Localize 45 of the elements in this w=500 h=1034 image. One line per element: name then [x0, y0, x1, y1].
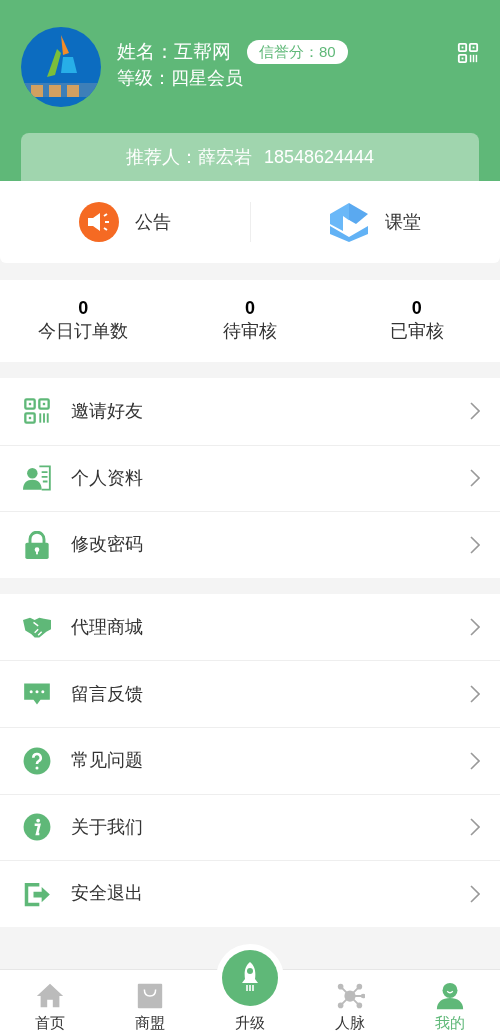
stat-label: 今日订单数	[38, 320, 129, 343]
menu-item[interactable]: 修改密码	[0, 511, 500, 578]
chevron-right-icon	[470, 469, 480, 488]
tab-item[interactable]: 人脉	[300, 970, 400, 1034]
network-icon	[335, 981, 365, 1011]
chevron-right-icon	[470, 402, 480, 421]
shortcut-link[interactable]: 公告	[78, 202, 171, 242]
member-level: 等级：四星会员	[117, 67, 244, 90]
qr-code-icon	[23, 397, 51, 426]
member-name: 姓名：互帮网	[117, 40, 231, 64]
book-icon	[329, 202, 370, 242]
menu-item[interactable]: 留言反馈	[0, 660, 500, 727]
stat-label: 待审核	[223, 320, 277, 343]
megaphone-icon	[78, 202, 119, 242]
tab-item[interactable]: 商盟	[100, 970, 200, 1034]
user-icon	[435, 981, 465, 1011]
menu-item[interactable]: 个人资料	[0, 444, 500, 512]
menu-item[interactable]: 安全退出	[0, 860, 500, 927]
qr-code-icon[interactable]	[457, 42, 479, 64]
chevron-right-icon	[470, 618, 480, 637]
shopping-bag-icon	[135, 981, 165, 1011]
stat-count: 0	[78, 298, 89, 318]
rocket-icon	[222, 950, 278, 1006]
menu-item[interactable]: 代理商城	[0, 593, 500, 661]
menu-item[interactable]: 关于我们	[0, 793, 500, 861]
lock-icon	[23, 531, 51, 559]
referrer-phone: 18548624444	[263, 145, 375, 169]
help-icon	[23, 746, 51, 775]
menu-item[interactable]: 邀请好友	[0, 378, 500, 445]
info-icon	[23, 813, 51, 842]
tab-item[interactable]: 首页	[0, 970, 100, 1034]
stat-count: 0	[245, 298, 255, 318]
chevron-right-icon	[470, 751, 480, 770]
shortcut-link[interactable]: 课堂	[329, 202, 422, 242]
credit-score-badge: 信誉分：80	[247, 40, 348, 64]
menu-item[interactable]: 常见问题	[0, 726, 500, 794]
chevron-right-icon	[470, 884, 480, 903]
chevron-right-icon	[470, 685, 480, 704]
id-card-icon	[23, 464, 51, 493]
referrer-name: 推荐人：薛宏岩	[125, 145, 252, 169]
chevron-right-icon	[470, 818, 480, 837]
stat-count: 0	[411, 298, 422, 318]
tab-label[interactable]: 升级	[235, 1014, 265, 1032]
stat-label: 已审核	[389, 320, 444, 343]
chevron-right-icon	[470, 536, 480, 554]
